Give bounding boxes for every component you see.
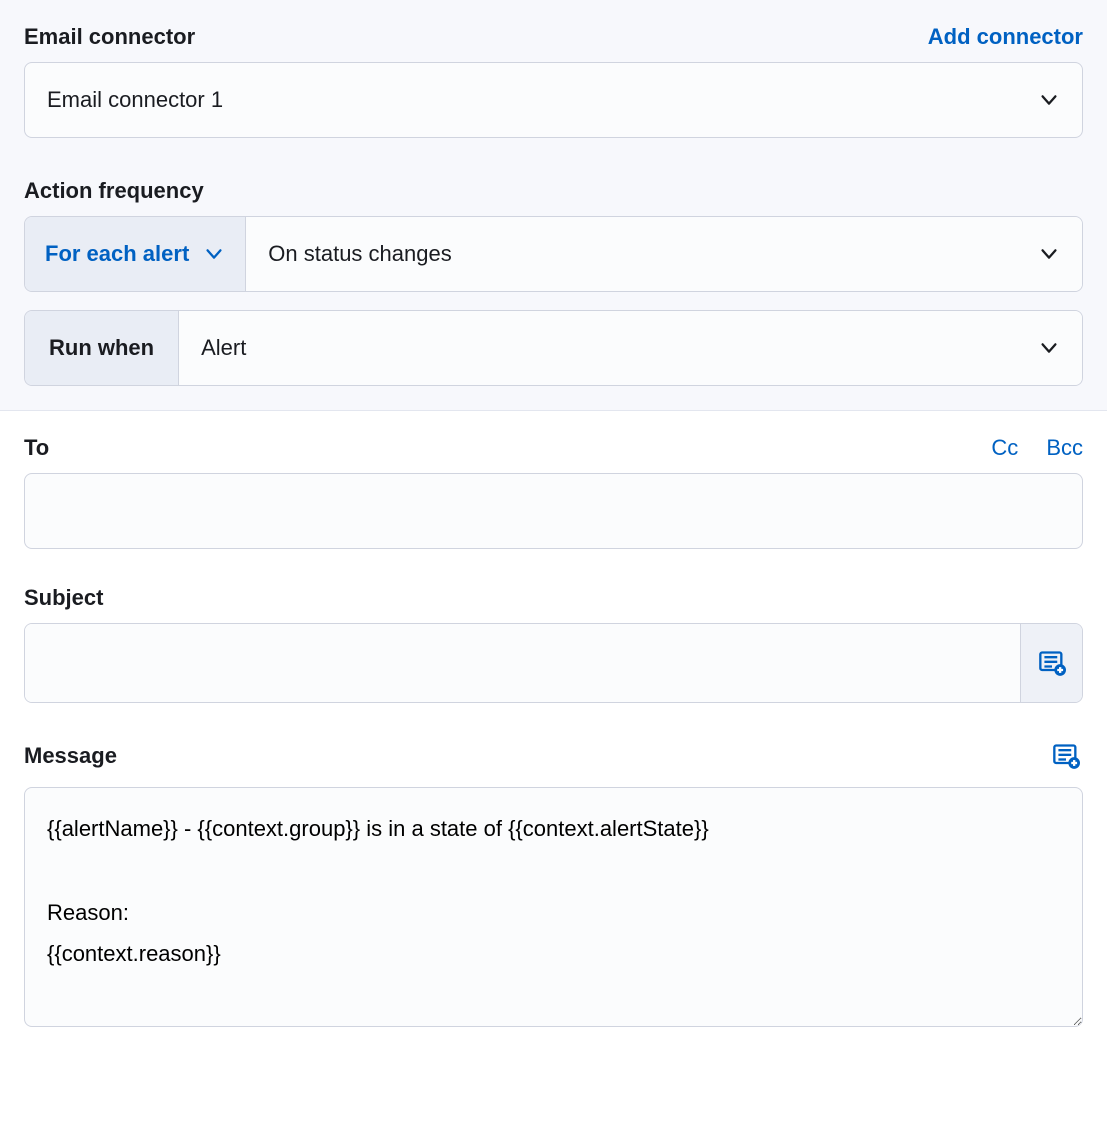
chevron-down-icon (203, 243, 225, 265)
frequency-trigger-value: On status changes (268, 241, 451, 267)
action-frequency-label: Action frequency (24, 178, 204, 204)
run-when-value: Alert (201, 335, 246, 361)
frequency-scope-value: For each alert (45, 241, 189, 267)
email-connector-value: Email connector 1 (47, 87, 223, 113)
cc-toggle[interactable]: Cc (991, 435, 1018, 461)
run-when-label: Run when (25, 311, 179, 385)
bcc-toggle[interactable]: Bcc (1046, 435, 1083, 461)
insert-variable-message-button[interactable] (1049, 739, 1083, 773)
insert-variable-button[interactable] (1020, 624, 1082, 702)
message-textarea[interactable] (24, 787, 1083, 1027)
email-connector-select[interactable]: Email connector 1 (24, 62, 1083, 138)
to-label: To (24, 435, 49, 461)
add-connector-link[interactable]: Add connector (928, 24, 1083, 50)
chevron-down-icon (1038, 89, 1060, 111)
to-input[interactable] (24, 473, 1083, 549)
subject-field (24, 623, 1083, 703)
chevron-down-icon (1038, 243, 1060, 265)
run-when-row: Run when Alert (24, 310, 1083, 386)
frequency-scope-select[interactable]: For each alert (25, 217, 246, 291)
email-connector-label: Email connector (24, 24, 195, 50)
subject-label: Subject (24, 585, 103, 611)
subject-input[interactable] (25, 624, 1020, 702)
frequency-trigger-select[interactable]: On status changes (246, 217, 1082, 291)
chevron-down-icon (1038, 337, 1060, 359)
frequency-scope-row: For each alert On status changes (24, 216, 1083, 292)
run-when-select[interactable]: Alert (179, 311, 1082, 385)
message-label: Message (24, 743, 117, 769)
variable-icon (1052, 742, 1080, 770)
variable-icon (1038, 649, 1066, 677)
